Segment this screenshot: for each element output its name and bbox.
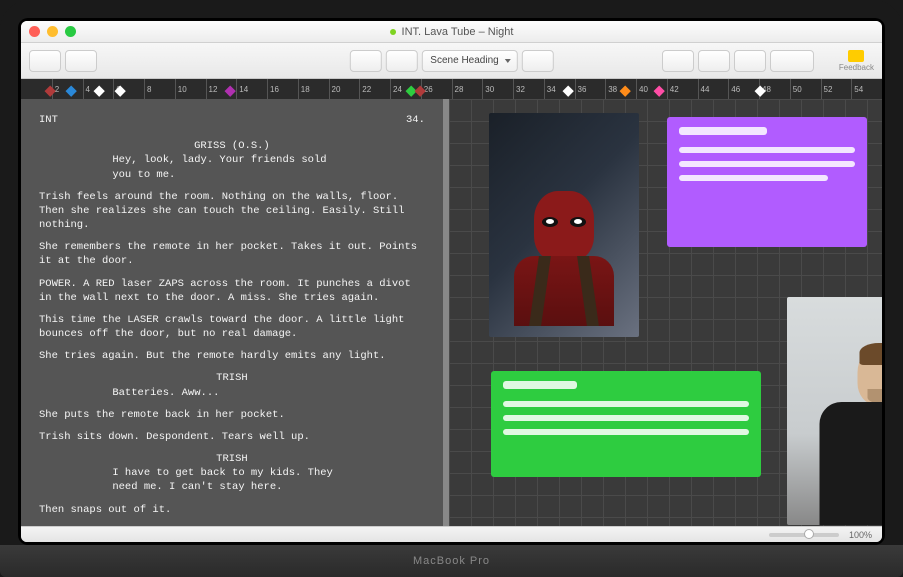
ruler-tick: 8 (144, 79, 151, 99)
ruler-tick: 50 (790, 79, 802, 99)
ruler-marker[interactable] (93, 86, 104, 97)
window-title: INT. Lava Tube – Night (390, 26, 514, 38)
maximize-window-button[interactable] (65, 26, 76, 37)
ruler-tick: 40 (636, 79, 648, 99)
script-action[interactable]: She puts the remote back in her pocket. (39, 408, 425, 422)
ruler-tick: 36 (575, 79, 587, 99)
ruler-tick: 54 (851, 79, 863, 99)
ruler-marker[interactable] (224, 86, 235, 97)
ruler-tick: 32 (513, 79, 525, 99)
zoom-value: 100% (849, 530, 872, 540)
toolbar-center-group: Scene Heading (349, 50, 553, 72)
ruler-tick: 24 (390, 79, 402, 99)
toolbar-right-group (662, 50, 814, 72)
toolbar-button[interactable] (29, 50, 61, 72)
app-window: INT. Lava Tube – Night Scene Heading (21, 21, 882, 542)
scene-heading: INT (39, 113, 58, 127)
page-number: 34. (406, 113, 425, 127)
toolbar: Scene Heading Feedback (21, 43, 882, 79)
ruler-tick: 42 (667, 79, 679, 99)
script-action[interactable]: She tries again. But the remote hardly e… (39, 349, 425, 363)
purple-note[interactable] (667, 117, 867, 247)
toolbar-button[interactable] (698, 50, 730, 72)
zoom-slider[interactable] (769, 533, 839, 537)
script-dialogue[interactable]: Batteries. Aww... (112, 386, 351, 400)
laptop-base: MacBook Pro (0, 545, 903, 577)
titlebar: INT. Lava Tube – Night (21, 21, 882, 43)
ruler-tick: 4 (83, 79, 90, 99)
script-action[interactable]: She remembers the remote in her pocket. … (39, 240, 425, 268)
script-body[interactable]: GRISS (O.S.)Hey, look, lady. Your friend… (39, 139, 425, 526)
ruler-tick: 22 (359, 79, 371, 99)
script-dialogue[interactable]: I have to get back to my kids. They need… (112, 466, 351, 494)
feedback-button[interactable]: Feedback (839, 50, 874, 72)
document-title-text: INT. Lava Tube – Night (402, 26, 514, 38)
green-note[interactable] (491, 371, 761, 477)
close-window-button[interactable] (29, 26, 40, 37)
element-type-select[interactable]: Scene Heading (421, 50, 517, 72)
toolbar-left-group (29, 50, 97, 72)
man-image[interactable] (787, 297, 882, 525)
ruler-tick: 30 (482, 79, 494, 99)
timeline-ruler[interactable]: 2468101214161820222426283032343638404244… (21, 79, 882, 99)
deadpool-image[interactable] (489, 113, 639, 337)
toolbar-button[interactable] (662, 50, 694, 72)
screen: INT. Lava Tube – Night Scene Heading (18, 18, 885, 545)
toolbar-button[interactable] (770, 50, 814, 72)
traffic-lights (29, 26, 76, 37)
ruler-tick: 34 (544, 79, 556, 99)
ruler-tick: 38 (605, 79, 617, 99)
ruler-tick: 52 (821, 79, 833, 99)
document-status-icon (390, 29, 396, 35)
script-character[interactable]: TRISH (39, 371, 425, 385)
feedback-icon (848, 50, 864, 62)
element-type-value: Scene Heading (430, 55, 498, 66)
script-action[interactable]: Then snaps out of it. (39, 503, 425, 517)
toolbar-button[interactable] (65, 50, 97, 72)
zoom-slider-thumb[interactable] (804, 529, 814, 539)
ruler-tick: 10 (175, 79, 187, 99)
ruler-tick: 14 (236, 79, 248, 99)
corkboard[interactable] (449, 99, 882, 526)
minimize-window-button[interactable] (47, 26, 58, 37)
status-bar: 100% (21, 526, 882, 542)
script-action[interactable]: Trish sits down. Despondent. Tears well … (39, 430, 425, 444)
ruler-marker[interactable] (619, 86, 630, 97)
ruler-tick: 44 (698, 79, 710, 99)
script-action[interactable]: POWER. A RED laser ZAPS across the room.… (39, 277, 425, 305)
ruler-marker[interactable] (562, 86, 573, 97)
feedback-label: Feedback (839, 63, 874, 72)
screenplay-editor[interactable]: INT 34. GRISS (O.S.)Hey, look, lady. You… (21, 99, 443, 526)
script-character[interactable]: GRISS (O.S.) (39, 139, 425, 153)
scene-header: INT 34. (39, 113, 425, 127)
ruler-tick: 12 (206, 79, 218, 99)
ruler-tick: 16 (267, 79, 279, 99)
ruler-tick: 20 (329, 79, 341, 99)
toolbar-button[interactable] (385, 50, 417, 72)
ruler-marker[interactable] (653, 86, 664, 97)
toolbar-button[interactable] (349, 50, 381, 72)
laptop-label: MacBook Pro (413, 555, 490, 567)
script-dialogue[interactable]: Hey, look, lady. Your friends sold you t… (112, 153, 351, 181)
laptop-frame: INT. Lava Tube – Night Scene Heading (0, 0, 903, 577)
content-split: INT 34. GRISS (O.S.)Hey, look, lady. You… (21, 99, 882, 526)
script-character[interactable]: TRISH (39, 452, 425, 466)
toolbar-button[interactable] (522, 50, 554, 72)
script-action[interactable]: Trish feels around the room. Nothing on … (39, 190, 425, 233)
script-action[interactable]: This time the LASER crawls toward the do… (39, 313, 425, 341)
ruler-tick: 46 (728, 79, 740, 99)
ruler-tick: 18 (298, 79, 310, 99)
ruler-marker[interactable] (66, 86, 77, 97)
ruler-tick: 28 (452, 79, 464, 99)
toolbar-button[interactable] (734, 50, 766, 72)
